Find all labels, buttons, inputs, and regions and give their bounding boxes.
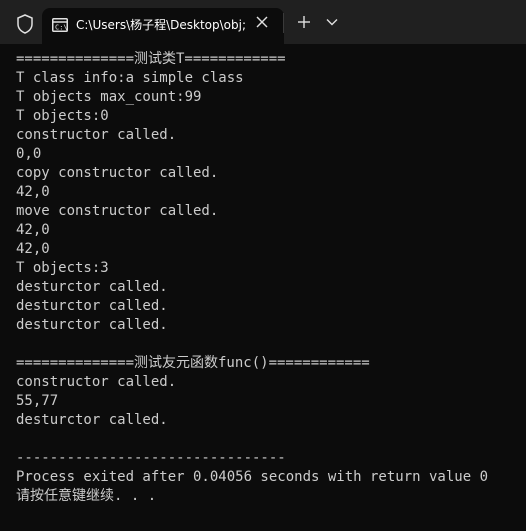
console-line: constructor called. (16, 127, 177, 143)
console-line: copy constructor called. (16, 165, 219, 181)
console-line: 55,77 (16, 393, 59, 409)
tab-dropdown-button[interactable] (318, 8, 346, 36)
console-line: 0,0 (16, 146, 42, 162)
svg-text:C:\: C:\ (55, 24, 68, 32)
close-icon (256, 16, 268, 28)
console-line: desturctor called. (16, 279, 168, 295)
console-line: 42,0 (16, 222, 50, 238)
console-line: desturctor called. (16, 412, 168, 428)
console-line: Process exited after 0.04056 seconds wit… (16, 469, 489, 485)
terminal-window: C:\ C:\Users\杨子程\Desktop\obj; ==========… (0, 0, 526, 531)
console-line: T objects max_count:99 (16, 89, 202, 105)
console-line: T objects:0 (16, 108, 109, 124)
plus-icon (298, 16, 310, 28)
console-line: T objects:3 (16, 260, 109, 276)
terminal-icon: C:\ (52, 18, 68, 32)
console-line: constructor called. (16, 374, 177, 390)
close-tab-button[interactable] (248, 8, 276, 36)
title-bar: C:\ C:\Users\杨子程\Desktop\obj; (0, 0, 526, 44)
console-line: move constructor called. (16, 203, 219, 219)
console-line: -------------------------------- (16, 450, 286, 466)
tab-divider (283, 13, 284, 33)
console-line: T class info:a simple class (16, 70, 244, 86)
console-output[interactable]: ==============测试类T============ T class in… (16, 50, 488, 506)
new-tab-button[interactable] (290, 8, 318, 36)
console-line: ==============测试友元函数func()============ (16, 355, 370, 371)
console-line: desturctor called. (16, 298, 168, 314)
console-line: ==============测试类T============ (16, 51, 286, 67)
console-line: 42,0 (16, 241, 50, 257)
chevron-down-icon (326, 19, 338, 26)
console-line: 请按任意键继续. . . (16, 488, 157, 504)
console-line: desturctor called. (16, 317, 168, 333)
shield-icon (17, 14, 33, 34)
console-line: 42,0 (16, 184, 50, 200)
